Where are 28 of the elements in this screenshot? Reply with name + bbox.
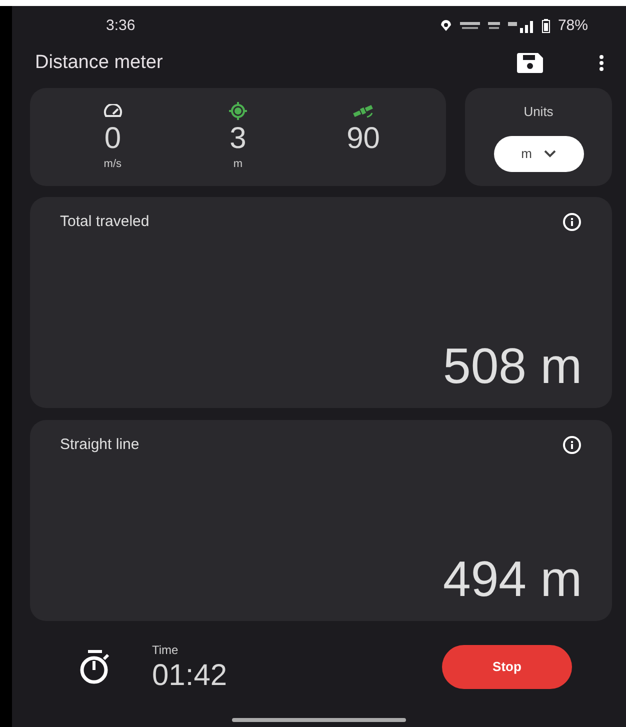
stat-value: 0	[104, 122, 121, 156]
target-icon	[228, 101, 248, 121]
time-label: Time	[152, 642, 180, 659]
units-dropdown[interactable]: m	[494, 136, 584, 172]
satellite-icon	[352, 103, 374, 119]
info-icon[interactable]	[562, 212, 582, 232]
save-icon[interactable]	[517, 53, 543, 73]
card-title: Straight line	[60, 435, 140, 455]
chevron-down-icon	[544, 150, 556, 158]
stat-value: 90	[346, 122, 380, 156]
units-label: Units	[524, 103, 554, 121]
stat-unit: m	[233, 157, 243, 172]
app-title: Distance meter	[35, 50, 163, 75]
battery-icon	[542, 19, 550, 33]
stat-value: 3	[230, 122, 246, 156]
speedometer-icon	[102, 104, 123, 118]
stat-unit: m/s	[104, 157, 122, 172]
signal-icon	[508, 20, 534, 32]
location-icon	[440, 20, 452, 32]
more-options-icon[interactable]	[599, 55, 604, 71]
status-time: 3:36	[106, 16, 136, 36]
card-title: Total traveled	[60, 212, 150, 232]
distance-value: 508 m	[443, 338, 582, 394]
distance-value: 494 m	[443, 551, 582, 607]
elapsed-time: 01:42	[152, 659, 228, 693]
info-icon[interactable]	[562, 435, 582, 456]
stop-button[interactable]: Stop	[442, 645, 572, 689]
battery-percentage: 78%	[558, 16, 588, 36]
